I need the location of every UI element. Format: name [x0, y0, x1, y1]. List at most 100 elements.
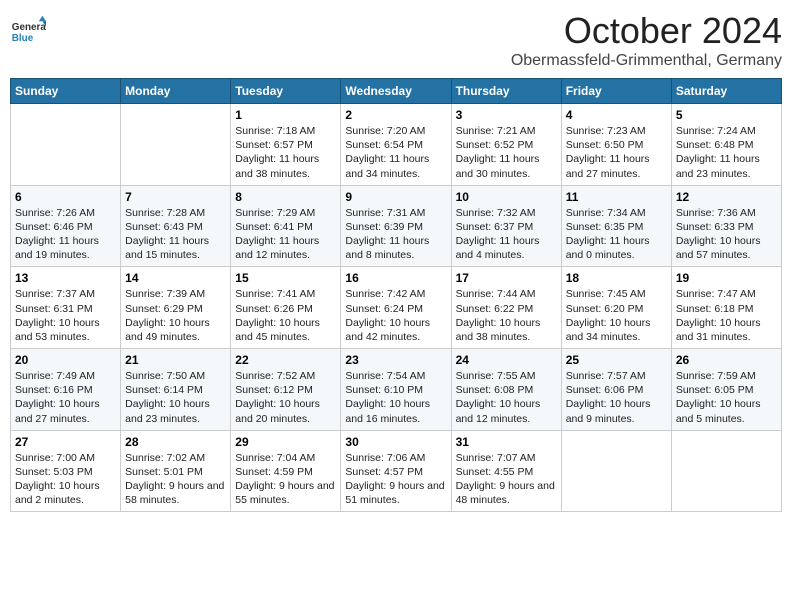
day-number: 4 — [566, 108, 667, 122]
day-number: 7 — [125, 190, 226, 204]
day-number: 9 — [345, 190, 446, 204]
day-number: 26 — [676, 353, 777, 367]
day-info: Sunrise: 7:34 AMSunset: 6:35 PMDaylight:… — [566, 206, 667, 263]
day-info: Sunrise: 7:24 AMSunset: 6:48 PMDaylight:… — [676, 124, 777, 181]
calendar-cell: 31 Sunrise: 7:07 AMSunset: 4:55 PMDayligh… — [451, 430, 561, 512]
title-block: October 2024 Obermassfeld-Grimmenthal, G… — [511, 10, 782, 70]
day-number: 5 — [676, 108, 777, 122]
day-number: 18 — [566, 271, 667, 285]
day-number: 20 — [15, 353, 116, 367]
day-info: Sunrise: 7:45 AMSunset: 6:20 PMDaylight:… — [566, 287, 667, 344]
page-header: General Blue October 2024 Obermassfeld-G… — [10, 10, 782, 70]
day-info: Sunrise: 7:47 AMSunset: 6:18 PMDaylight:… — [676, 287, 777, 344]
day-info: Sunrise: 7:06 AMSunset: 4:57 PMDaylight:… — [345, 451, 446, 508]
day-number: 14 — [125, 271, 226, 285]
day-number: 3 — [456, 108, 557, 122]
day-number: 12 — [676, 190, 777, 204]
day-info: Sunrise: 7:55 AMSunset: 6:08 PMDaylight:… — [456, 369, 557, 426]
day-info: Sunrise: 7:28 AMSunset: 6:43 PMDaylight:… — [125, 206, 226, 263]
calendar-cell: 25 Sunrise: 7:57 AMSunset: 6:06 PMDayligh… — [561, 349, 671, 431]
calendar-cell: 17 Sunrise: 7:44 AMSunset: 6:22 PMDayligh… — [451, 267, 561, 349]
day-number: 25 — [566, 353, 667, 367]
weekday-header-monday: Monday — [121, 79, 231, 104]
day-info: Sunrise: 7:20 AMSunset: 6:54 PMDaylight:… — [345, 124, 446, 181]
calendar-cell — [121, 104, 231, 186]
calendar-cell: 20 Sunrise: 7:49 AMSunset: 6:16 PMDayligh… — [11, 349, 121, 431]
calendar-cell: 6 Sunrise: 7:26 AMSunset: 6:46 PMDaylight… — [11, 185, 121, 267]
calendar-cell: 14Sunrise: 7:39 AMSunset: 6:29 PMDayligh… — [121, 267, 231, 349]
month-title: October 2024 — [511, 10, 782, 52]
calendar-cell: 16Sunrise: 7:42 AMSunset: 6:24 PMDayligh… — [341, 267, 451, 349]
day-number: 15 — [235, 271, 336, 285]
calendar-cell: 13 Sunrise: 7:37 AMSunset: 6:31 PMDayligh… — [11, 267, 121, 349]
calendar-cell: 5 Sunrise: 7:24 AMSunset: 6:48 PMDaylight… — [671, 104, 781, 186]
calendar-cell: 19Sunrise: 7:47 AMSunset: 6:18 PMDayligh… — [671, 267, 781, 349]
day-info: Sunrise: 7:41 AMSunset: 6:26 PMDaylight:… — [235, 287, 336, 344]
day-number: 11 — [566, 190, 667, 204]
day-number: 17 — [456, 271, 557, 285]
day-info: Sunrise: 7:49 AMSunset: 6:16 PMDaylight:… — [15, 369, 116, 426]
svg-text:General: General — [12, 22, 46, 33]
day-info: Sunrise: 7:44 AMSunset: 6:22 PMDaylight:… — [456, 287, 557, 344]
day-info: Sunrise: 7:50 AMSunset: 6:14 PMDaylight:… — [125, 369, 226, 426]
day-number: 8 — [235, 190, 336, 204]
weekday-header-saturday: Saturday — [671, 79, 781, 104]
weekday-header-row: SundayMondayTuesdayWednesdayThursdayFrid… — [11, 79, 782, 104]
calendar-table: SundayMondayTuesdayWednesdayThursdayFrid… — [10, 78, 782, 512]
calendar-week-row: 6 Sunrise: 7:26 AMSunset: 6:46 PMDaylight… — [11, 185, 782, 267]
day-info: Sunrise: 7:54 AMSunset: 6:10 PMDaylight:… — [345, 369, 446, 426]
calendar-cell: 15 Sunrise: 7:41 AMSunset: 6:26 PMDayligh… — [231, 267, 341, 349]
calendar-cell: 22 Sunrise: 7:52 AMSunset: 6:12 PMDayligh… — [231, 349, 341, 431]
calendar-cell: 27Sunrise: 7:00 AMSunset: 5:03 PMDayligh… — [11, 430, 121, 512]
calendar-week-row: 20 Sunrise: 7:49 AMSunset: 6:16 PMDayligh… — [11, 349, 782, 431]
logo: General Blue — [10, 14, 50, 50]
day-number: 30 — [345, 435, 446, 449]
day-number: 23 — [345, 353, 446, 367]
day-number: 1 — [235, 108, 336, 122]
calendar-cell: 30 Sunrise: 7:06 AMSunset: 4:57 PMDayligh… — [341, 430, 451, 512]
day-info: Sunrise: 7:04 AMSunset: 4:59 PMDaylight:… — [235, 451, 336, 508]
day-number: 24 — [456, 353, 557, 367]
day-info: Sunrise: 7:18 AMSunset: 6:57 PMDaylight:… — [235, 124, 336, 181]
calendar-week-row: 13 Sunrise: 7:37 AMSunset: 6:31 PMDayligh… — [11, 267, 782, 349]
day-number: 28 — [125, 435, 226, 449]
day-info: Sunrise: 7:23 AMSunset: 6:50 PMDaylight:… — [566, 124, 667, 181]
day-info: Sunrise: 7:02 AMSunset: 5:01 PMDaylight:… — [125, 451, 226, 508]
day-number: 21 — [125, 353, 226, 367]
calendar-cell: 21 Sunrise: 7:50 AMSunset: 6:14 PMDayligh… — [121, 349, 231, 431]
day-info: Sunrise: 7:36 AMSunset: 6:33 PMDaylight:… — [676, 206, 777, 263]
day-info: Sunrise: 7:21 AMSunset: 6:52 PMDaylight:… — [456, 124, 557, 181]
calendar-cell — [561, 430, 671, 512]
day-info: Sunrise: 7:26 AMSunset: 6:46 PMDaylight:… — [15, 206, 116, 263]
day-number: 6 — [15, 190, 116, 204]
calendar-cell: 4 Sunrise: 7:23 AMSunset: 6:50 PMDaylight… — [561, 104, 671, 186]
calendar-cell: 26 Sunrise: 7:59 AMSunset: 6:05 PMDayligh… — [671, 349, 781, 431]
calendar-cell — [671, 430, 781, 512]
calendar-cell — [11, 104, 121, 186]
calendar-cell: 24 Sunrise: 7:55 AMSunset: 6:08 PMDayligh… — [451, 349, 561, 431]
calendar-cell: 28 Sunrise: 7:02 AMSunset: 5:01 PMDayligh… — [121, 430, 231, 512]
calendar-cell: 12 Sunrise: 7:36 AMSunset: 6:33 PMDayligh… — [671, 185, 781, 267]
logo-icon: General Blue — [10, 14, 46, 50]
calendar-cell: 10 Sunrise: 7:32 AMSunset: 6:37 PMDayligh… — [451, 185, 561, 267]
weekday-header-wednesday: Wednesday — [341, 79, 451, 104]
day-number: 29 — [235, 435, 336, 449]
calendar-cell: 8 Sunrise: 7:29 AMSunset: 6:41 PMDaylight… — [231, 185, 341, 267]
day-info: Sunrise: 7:52 AMSunset: 6:12 PMDaylight:… — [235, 369, 336, 426]
calendar-cell: 1 Sunrise: 7:18 AMSunset: 6:57 PMDaylight… — [231, 104, 341, 186]
day-number: 22 — [235, 353, 336, 367]
day-info: Sunrise: 7:29 AMSunset: 6:41 PMDaylight:… — [235, 206, 336, 263]
day-info: Sunrise: 7:57 AMSunset: 6:06 PMDaylight:… — [566, 369, 667, 426]
calendar-week-row: 27Sunrise: 7:00 AMSunset: 5:03 PMDayligh… — [11, 430, 782, 512]
day-info: Sunrise: 7:07 AMSunset: 4:55 PMDaylight:… — [456, 451, 557, 508]
day-info: Sunrise: 7:59 AMSunset: 6:05 PMDaylight:… — [676, 369, 777, 426]
day-info: Sunrise: 7:32 AMSunset: 6:37 PMDaylight:… — [456, 206, 557, 263]
day-number: 2 — [345, 108, 446, 122]
location-title: Obermassfeld-Grimmenthal, Germany — [511, 52, 782, 70]
calendar-cell: 9Sunrise: 7:31 AMSunset: 6:39 PMDaylight… — [341, 185, 451, 267]
calendar-cell: 23 Sunrise: 7:54 AMSunset: 6:10 PMDayligh… — [341, 349, 451, 431]
day-number: 13 — [15, 271, 116, 285]
day-number: 31 — [456, 435, 557, 449]
day-number: 10 — [456, 190, 557, 204]
day-info: Sunrise: 7:37 AMSunset: 6:31 PMDaylight:… — [15, 287, 116, 344]
